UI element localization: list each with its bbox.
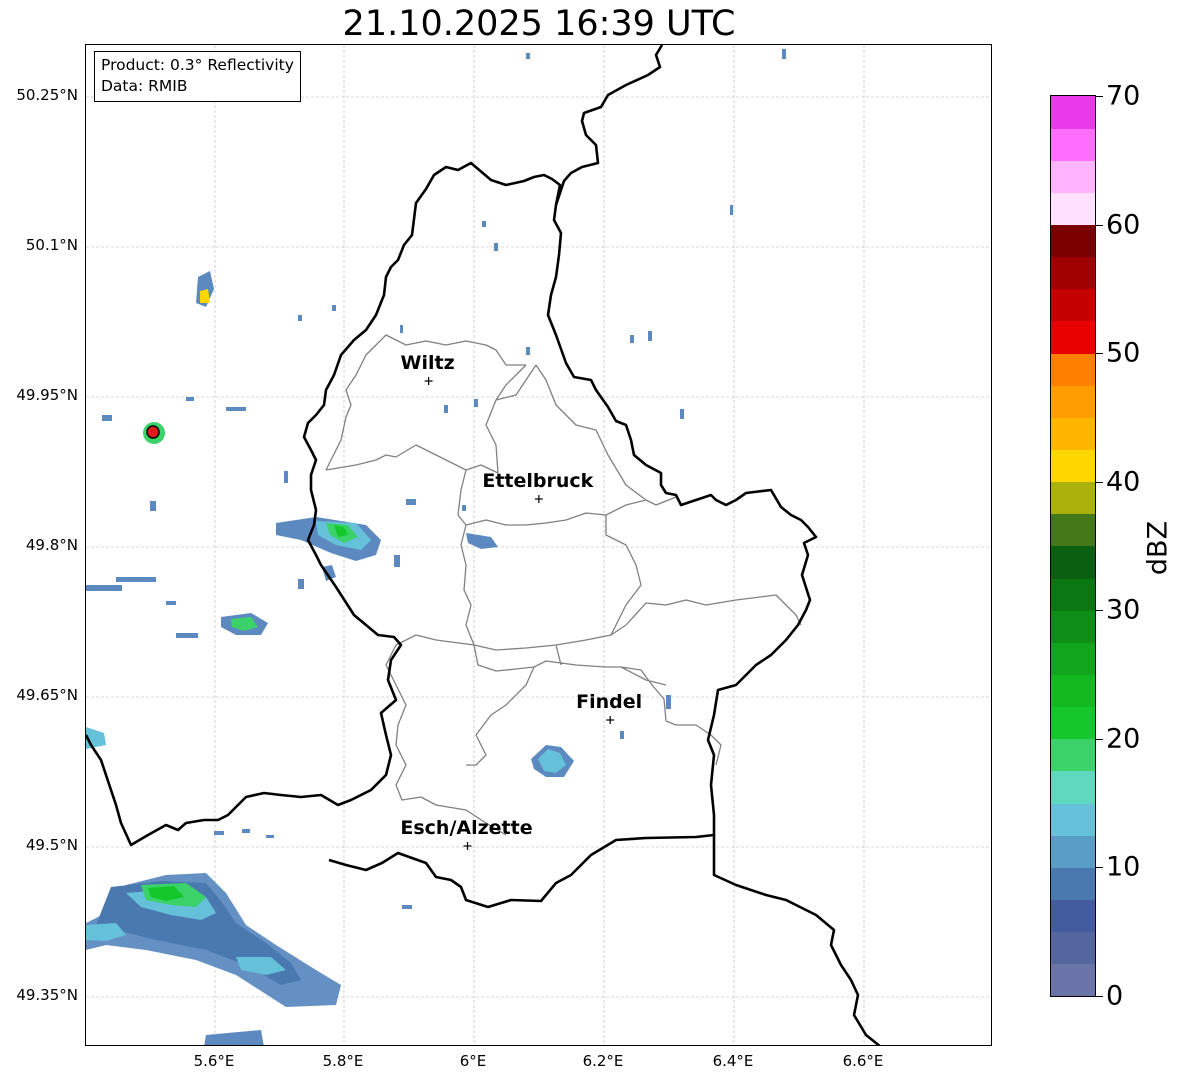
product-label: Product: 0.3° Reflectivity xyxy=(101,56,294,74)
lat-label: 49.65°N xyxy=(16,686,78,704)
colorbar-segment xyxy=(1051,931,1095,965)
city-marker xyxy=(534,495,543,503)
colorbar-tick xyxy=(1096,481,1103,483)
colorbar-segment xyxy=(1051,192,1095,226)
colorbar-segment xyxy=(1051,803,1095,836)
city-marker xyxy=(463,842,472,850)
colorbar-segment xyxy=(1051,513,1095,547)
colorbar-tick-label: 40 xyxy=(1106,466,1141,498)
map-title: 21.10.2025 16:39 UTC xyxy=(342,4,736,44)
city-marker xyxy=(424,377,433,385)
colorbar-label: dBZ xyxy=(1142,520,1174,576)
colorbar-tick xyxy=(1096,353,1103,355)
colorbar-segment xyxy=(1051,96,1095,129)
map-canvas xyxy=(86,45,991,1045)
lat-label: 49.35°N xyxy=(16,986,78,1004)
colorbar-segment xyxy=(1051,771,1095,804)
lat-label: 49.95°N xyxy=(16,386,78,404)
colorbar-tick-label: 50 xyxy=(1106,337,1141,369)
colorbar-tick-label: 30 xyxy=(1106,594,1141,626)
colorbar-tick xyxy=(1096,738,1103,740)
lat-label: 49.5°N xyxy=(25,836,78,854)
colorbar-tick-label: 20 xyxy=(1106,723,1141,755)
colorbar-segment xyxy=(1051,674,1095,708)
city-label: Wiltz xyxy=(400,352,455,374)
lon-label: 5.6°E xyxy=(193,1052,235,1070)
echo-cell-central xyxy=(531,745,574,777)
colorbar-tick xyxy=(1096,96,1103,97)
colorbar-segment xyxy=(1051,353,1095,386)
colorbar-segment xyxy=(1051,321,1095,354)
colorbar-segment xyxy=(1051,578,1095,611)
colorbar-tick-label: 70 xyxy=(1106,80,1141,112)
colorbar-tick xyxy=(1096,996,1103,997)
colorbar-segment xyxy=(1051,224,1095,258)
lat-label: 49.8°N xyxy=(25,536,78,554)
radar-map xyxy=(85,44,992,1046)
data-source-label: Data: RMIB xyxy=(101,77,188,95)
lon-label: 6.6°E xyxy=(842,1052,884,1070)
france-border xyxy=(712,835,881,1045)
colorbar-segment xyxy=(1051,449,1095,483)
colorbar-segment xyxy=(1051,417,1095,451)
colorbar-tick-label: 0 xyxy=(1106,980,1124,1012)
germany-border xyxy=(554,45,664,206)
lat-label: 50.25°N xyxy=(16,86,78,104)
colorbar-segment xyxy=(1051,546,1095,579)
city-label: Ettelbruck xyxy=(482,470,594,492)
city-markers xyxy=(424,377,615,850)
colorbar-segment xyxy=(1051,899,1095,933)
colorbar-segment xyxy=(1051,642,1095,676)
colorbar-segment xyxy=(1051,835,1095,868)
city-label: Findel xyxy=(576,691,643,713)
colorbar-segment xyxy=(1051,385,1095,418)
echo-cell-southwest xyxy=(86,873,341,1045)
colorbar-tick-label: 10 xyxy=(1106,851,1141,883)
colorbar-tick xyxy=(1096,867,1103,869)
radar-site-marker xyxy=(146,425,160,439)
radar-echoes xyxy=(86,49,786,1045)
lon-label: 6.2°E xyxy=(582,1052,624,1070)
echo-specks xyxy=(86,49,786,909)
colorbar-segment xyxy=(1051,128,1095,161)
lon-label: 5.8°E xyxy=(322,1052,364,1070)
city-marker xyxy=(606,716,615,724)
colorbar-segment xyxy=(1051,481,1095,515)
colorbar-segment xyxy=(1051,288,1095,322)
lat-label: 50.1°N xyxy=(25,236,78,254)
colorbar-segment xyxy=(1051,963,1095,997)
colorbar-segment xyxy=(1051,256,1095,290)
colorbar-segment xyxy=(1051,706,1095,740)
colorbar xyxy=(1050,95,1096,997)
colorbar-segment xyxy=(1051,867,1095,901)
colorbar-segment xyxy=(1051,160,1095,193)
lon-label: 6°E xyxy=(459,1052,487,1070)
colorbar-tick-label: 60 xyxy=(1106,209,1141,241)
lon-label: 6.4°E xyxy=(712,1052,754,1070)
luxembourg-border xyxy=(86,161,818,909)
colorbar-segment xyxy=(1051,738,1095,772)
product-info-box: Product: 0.3° Reflectivity Data: RMIB xyxy=(94,51,301,102)
city-label: Esch/Alzette xyxy=(400,817,533,839)
colorbar-tick xyxy=(1096,610,1103,612)
colorbar-segment xyxy=(1051,610,1095,643)
colorbar-tick xyxy=(1096,224,1103,226)
